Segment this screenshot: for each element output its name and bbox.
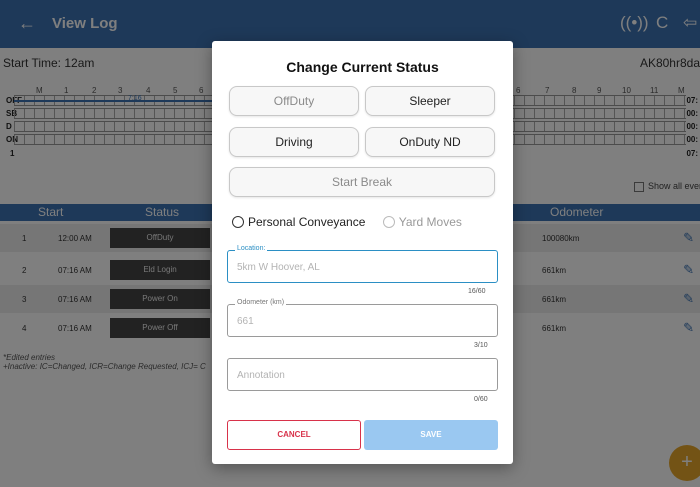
personal-conveyance-label: Personal Conveyance — [248, 215, 366, 229]
annotation-input[interactable] — [237, 368, 487, 382]
yard-moves-label: Yard Moves — [398, 215, 462, 229]
offduty-button[interactable]: OffDuty — [229, 86, 359, 116]
odometer-counter: 3/10 — [474, 342, 488, 349]
annotation-field[interactable] — [227, 358, 498, 391]
odometer-label: Odometer (km) — [235, 299, 287, 306]
location-input[interactable] — [237, 260, 487, 274]
odometer-input[interactable] — [237, 314, 487, 328]
personal-conveyance-option[interactable]: Personal Conveyance — [232, 215, 365, 229]
odometer-field[interactable]: Odometer (km) — [227, 299, 498, 337]
start-break-button[interactable]: Start Break — [229, 167, 495, 197]
radio-icon — [382, 216, 395, 228]
special-status-options: Personal Conveyance Yard Moves — [232, 215, 462, 229]
onduty-nd-button[interactable]: OnDuty ND — [365, 127, 495, 157]
sleeper-button[interactable]: Sleeper — [365, 86, 495, 116]
dialog-title: Change Current Status — [286, 59, 439, 75]
location-counter: 16/60 — [468, 288, 486, 295]
change-status-dialog: Change Current Status OffDuty Sleeper Dr… — [212, 41, 513, 464]
save-button[interactable]: SAVE — [364, 420, 498, 450]
cancel-button[interactable]: CANCEL — [227, 420, 361, 450]
driving-button[interactable]: Driving — [229, 127, 359, 157]
location-field[interactable]: Location: — [227, 245, 498, 283]
radio-icon[interactable] — [232, 216, 244, 228]
annotation-counter: 0/60 — [474, 396, 488, 403]
yard-moves-option: Yard Moves — [382, 215, 462, 229]
location-label: Location: — [235, 245, 268, 252]
